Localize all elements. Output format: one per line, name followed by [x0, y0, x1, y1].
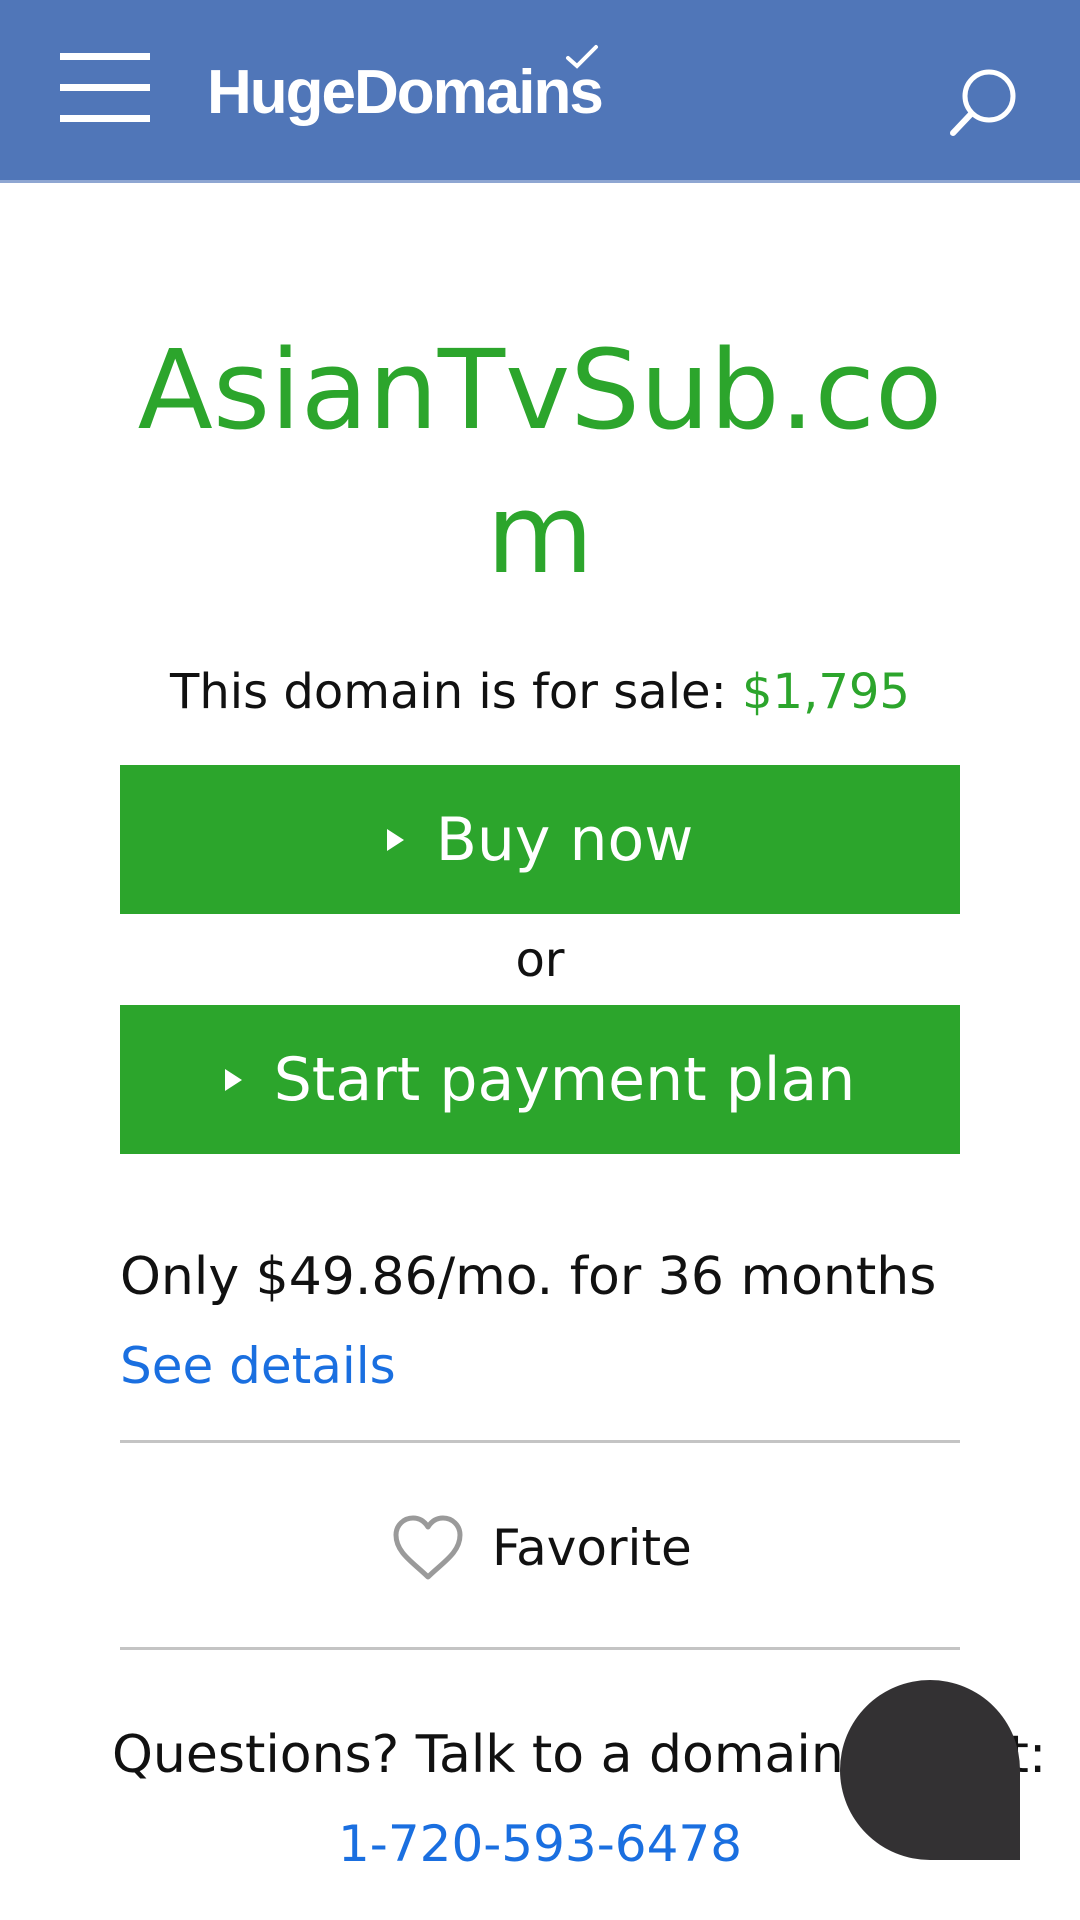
favorite-button[interactable]: Favorite [390, 1510, 692, 1586]
favorite-label: Favorite [492, 1519, 692, 1577]
divider [120, 1647, 960, 1650]
site-header: HugeDomains [0, 0, 1080, 183]
monthly-payment-text: Only $49.86/mo. for 36 months [120, 1247, 937, 1307]
payment-plan-label: Start payment plan [273, 1044, 856, 1115]
chat-bubble-icon[interactable] [840, 1680, 1020, 1860]
domain-name-title: AsianTvSub.com [137, 326, 943, 598]
see-details-link[interactable]: See details [120, 1334, 396, 1398]
hamburger-menu-icon[interactable] [60, 53, 150, 123]
play-arrow-icon [224, 1068, 242, 1091]
start-payment-plan-button[interactable]: Start payment plan [120, 1005, 960, 1154]
play-arrow-icon [386, 828, 404, 851]
sale-price: $1,795 [742, 664, 910, 720]
or-separator: or [515, 932, 565, 988]
heart-icon [393, 1515, 463, 1580]
buy-now-button[interactable]: Buy now [120, 765, 960, 914]
logo-check-icon [566, 45, 598, 69]
site-logo[interactable]: HugeDomains [207, 45, 604, 138]
sale-line: This domain is for sale: $1,795 [60, 660, 1020, 724]
divider [120, 1440, 960, 1443]
sale-text: This domain is for sale: [170, 664, 727, 720]
buy-now-label: Buy now [435, 804, 694, 875]
search-icon[interactable] [948, 66, 1018, 138]
logo-text: HugeDomains [207, 58, 604, 127]
